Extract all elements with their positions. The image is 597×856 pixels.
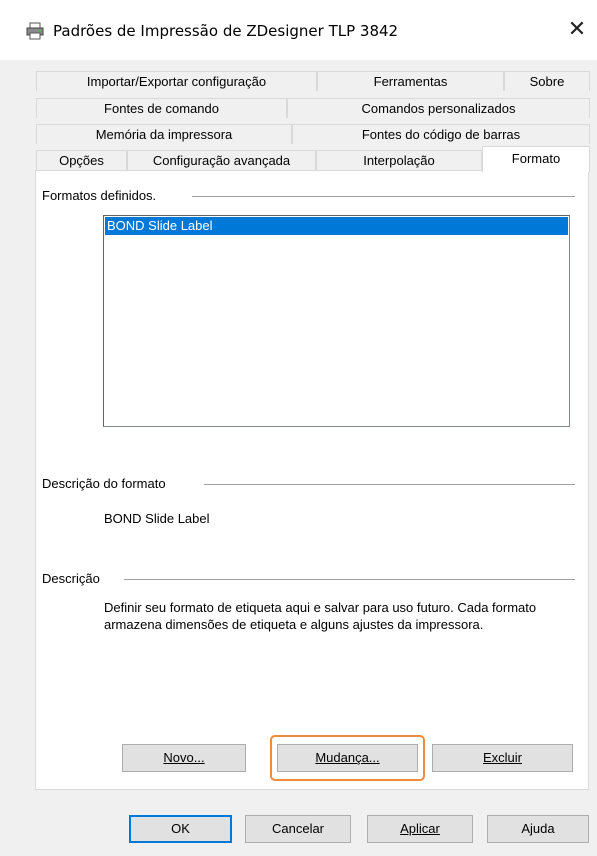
defined-formats-label: Formatos definidos. bbox=[42, 188, 163, 203]
tab-advanced-settings[interactable]: Configuração avançada bbox=[127, 150, 316, 170]
new-format-button[interactable]: Novo... bbox=[122, 744, 246, 772]
printer-icon bbox=[26, 22, 44, 40]
delete-format-button-label: Excluir bbox=[482, 750, 522, 765]
group-divider bbox=[204, 484, 575, 486]
tab-import-export[interactable]: Importar/Exportar configuração bbox=[36, 71, 317, 91]
description-label: Descrição bbox=[42, 571, 106, 586]
tab-custom-commands[interactable]: Comandos personalizados bbox=[287, 98, 590, 118]
highlight-ring bbox=[270, 735, 425, 781]
window-title: Padrões de Impressão de ZDesigner TLP 38… bbox=[53, 22, 399, 40]
apply-button-label: Aplicar bbox=[400, 821, 440, 836]
tab-command-fonts[interactable]: Fontes de comando bbox=[36, 98, 287, 118]
format-list-item-selected[interactable]: BOND Slide Label bbox=[105, 217, 568, 235]
description-text: Definir seu formato de etiqueta aqui e s… bbox=[104, 600, 537, 632]
help-button[interactable]: Ajuda bbox=[487, 815, 589, 843]
apply-button[interactable]: Aplicar bbox=[367, 815, 473, 843]
format-description-label: Descrição do formato bbox=[42, 476, 172, 491]
group-divider bbox=[124, 579, 575, 581]
tab-about[interactable]: Sobre bbox=[504, 71, 590, 91]
tab-barcode-fonts[interactable]: Fontes do código de barras bbox=[292, 124, 590, 144]
close-button[interactable]: ✕ bbox=[557, 10, 597, 50]
delete-format-button[interactable]: Excluir bbox=[432, 744, 573, 772]
tab-tools[interactable]: Ferramentas bbox=[317, 71, 504, 91]
tab-printer-memory[interactable]: Memória da impressora bbox=[36, 124, 292, 144]
format-description-value: BOND Slide Label bbox=[104, 511, 210, 526]
tab-interpolation[interactable]: Interpolação bbox=[316, 150, 482, 170]
group-divider bbox=[192, 196, 575, 198]
cancel-button[interactable]: Cancelar bbox=[245, 815, 351, 843]
title-bar: Padrões de Impressão de ZDesigner TLP 38… bbox=[0, 0, 597, 60]
ok-button[interactable]: OK bbox=[129, 815, 232, 843]
formats-listbox[interactable]: BOND Slide Label bbox=[103, 215, 570, 427]
new-format-button-label: Novo... bbox=[163, 750, 205, 765]
tab-format[interactable]: Formato bbox=[482, 146, 590, 172]
tab-options[interactable]: Opções bbox=[36, 150, 127, 170]
